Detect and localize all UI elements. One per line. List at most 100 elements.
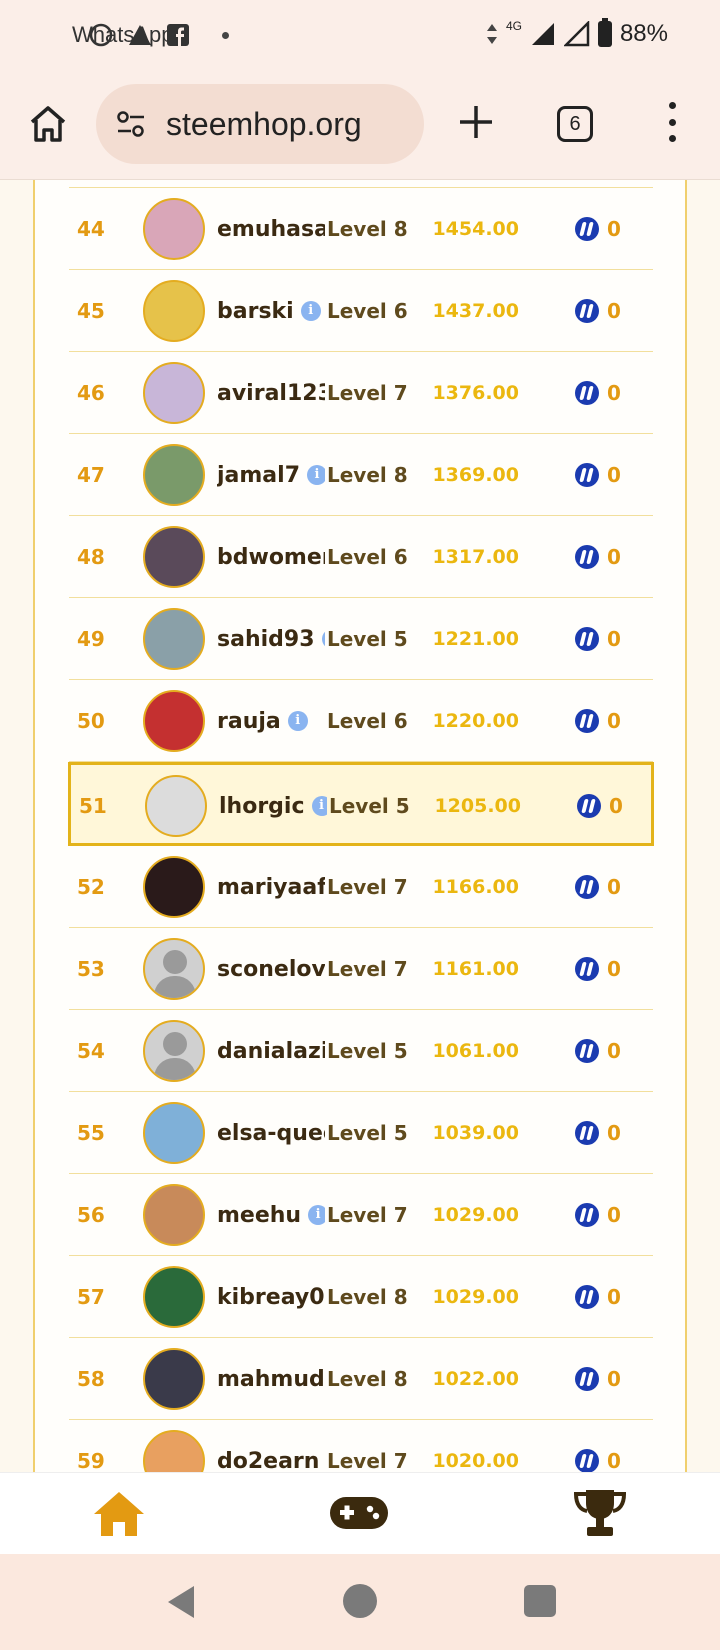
avatar[interactable]: [143, 280, 205, 342]
username-cell[interactable]: aviral123: [217, 352, 325, 434]
leaderboard-row[interactable]: 48 bdwomenLevel 6 1317.00 0: [69, 516, 653, 598]
username-cell[interactable]: meehu i: [217, 1174, 325, 1256]
home-icon[interactable]: [92, 1489, 146, 1539]
username-cell[interactable]: sahid93 i: [217, 598, 325, 680]
avatar[interactable]: [143, 1266, 205, 1328]
username-cell[interactable]: mahmudr: [217, 1338, 325, 1420]
info-icon[interactable]: i: [321, 629, 325, 649]
avatar[interactable]: [143, 1348, 205, 1410]
avatar[interactable]: [143, 856, 205, 918]
leaderboard-row[interactable]: 47 jamal7 i Level 8 1369.00 0: [69, 434, 653, 516]
rank-number: 44: [77, 217, 105, 241]
username[interactable]: barski: [217, 299, 294, 324]
avatar[interactable]: [143, 1430, 205, 1472]
leaderboard-row[interactable]: 56 meehu i Level 7 1029.00 0: [69, 1174, 653, 1256]
username-cell[interactable]: rauja i: [217, 680, 325, 762]
username[interactable]: lhorgic: [219, 794, 305, 819]
username[interactable]: do2earn: [217, 1449, 319, 1473]
score-value: 1437.00: [432, 300, 519, 322]
avatar[interactable]: [145, 775, 207, 837]
leaderboard-row[interactable]: 49 sahid93 iLevel 5 1221.00 0: [69, 598, 653, 680]
username-cell[interactable]: mariyaaf: [217, 846, 325, 928]
steem-coin-icon: [575, 1285, 599, 1309]
info-icon[interactable]: i: [307, 465, 325, 485]
username[interactable]: rauja: [217, 709, 281, 734]
site-settings-icon[interactable]: [114, 107, 148, 141]
avatar[interactable]: [143, 444, 205, 506]
tab-switcher-button[interactable]: 6: [557, 106, 593, 142]
leaderboard-row[interactable]: 50 rauja i Level 6 1220.00 0: [69, 680, 653, 762]
trophy-icon[interactable]: [572, 1487, 628, 1539]
gamepad-icon[interactable]: [328, 1493, 390, 1533]
leaderboard-row[interactable]: 59 do2earniLevel 7 1020.00 0: [69, 1420, 653, 1472]
divider: [69, 180, 653, 188]
info-icon[interactable]: i: [287, 711, 308, 731]
score-value: 1454.00: [432, 218, 519, 240]
info-icon[interactable]: i: [311, 796, 327, 816]
username[interactable]: mahmudr: [217, 1367, 325, 1392]
username[interactable]: meehu: [217, 1203, 301, 1228]
avatar[interactable]: [143, 690, 205, 752]
app-bottom-nav: [0, 1472, 720, 1554]
username[interactable]: sahid93: [217, 627, 315, 652]
leaderboard-row[interactable]: 52 mariyaaf Level 7 1166.00 0: [69, 846, 653, 928]
leaderboard-row[interactable]: 44 emuhasanLevel 8 1454.00 0: [69, 188, 653, 270]
coin-count: 0: [607, 463, 621, 487]
avatar[interactable]: [143, 1184, 205, 1246]
leaderboard-row[interactable]: 46 aviral123 Level 7 1376.00 0: [69, 352, 653, 434]
username-cell[interactable]: emuhasan: [217, 188, 325, 270]
username-cell[interactable]: barski i: [217, 270, 325, 352]
steem-coin-icon: [575, 1449, 599, 1472]
leaderboard-row[interactable]: 45 barski i Level 6 1437.00 0: [69, 270, 653, 352]
score-value: 1166.00: [432, 876, 519, 898]
username[interactable]: aviral123: [217, 381, 325, 406]
leaderboard-row[interactable]: 57 kibreay001Level 8 1029.00 0: [69, 1256, 653, 1338]
new-tab-icon[interactable]: [456, 102, 496, 142]
avatar[interactable]: [143, 362, 205, 424]
leaderboard-row[interactable]: 55 elsa-queenLevel 5 1039.00 0: [69, 1092, 653, 1174]
leaderboard-row[interactable]: 54 danialazi Level 5 1061.00 0: [69, 1010, 653, 1092]
system-home-icon[interactable]: [343, 1584, 377, 1618]
leaderboard-row-current-user[interactable]: 51 lhorgic i Level 5 1205.00 0: [68, 762, 654, 846]
username-cell[interactable]: bdwomen: [217, 516, 325, 598]
username-cell[interactable]: kibreay001: [217, 1256, 325, 1338]
username[interactable]: mariyaaf: [217, 875, 325, 900]
info-icon[interactable]: i: [308, 1205, 325, 1225]
username[interactable]: elsa-queen: [217, 1121, 325, 1146]
username[interactable]: sconelove: [217, 957, 325, 982]
username-cell[interactable]: danialazi: [217, 1010, 325, 1092]
username-cell[interactable]: jamal7 i: [217, 434, 325, 516]
rank-number: 54: [77, 1039, 105, 1063]
username-cell[interactable]: do2earni: [217, 1420, 325, 1473]
avatar[interactable]: [143, 1102, 205, 1164]
info-icon[interactable]: i: [300, 301, 321, 321]
avatar[interactable]: [143, 608, 205, 670]
username[interactable]: emuhasan: [217, 217, 325, 242]
coin-count: 0: [607, 627, 621, 651]
recent-apps-icon[interactable]: [524, 1585, 556, 1617]
steem-coin-icon: [575, 299, 599, 323]
avatar[interactable]: [143, 1020, 205, 1082]
browser-home-icon[interactable]: [28, 104, 68, 144]
address-bar[interactable]: steemhop.org: [96, 84, 424, 164]
username[interactable]: jamal7: [217, 463, 300, 488]
username-cell[interactable]: elsa-queen: [217, 1092, 325, 1174]
avatar[interactable]: [143, 938, 205, 1000]
back-icon[interactable]: [164, 1584, 198, 1620]
username-cell[interactable]: sconelove: [217, 928, 325, 1010]
coin-count: 0: [607, 1285, 621, 1309]
username[interactable]: bdwomen: [217, 545, 325, 570]
avatar[interactable]: [143, 198, 205, 260]
level-label: Level 5: [327, 627, 408, 651]
browser-menu-icon[interactable]: [660, 102, 684, 142]
username[interactable]: kibreay001: [217, 1285, 325, 1310]
url-text[interactable]: steemhop.org: [166, 106, 362, 143]
level-label: Level 5: [329, 794, 410, 818]
leaderboard-row[interactable]: 53 sconeloveLevel 7 1161.00 0: [69, 928, 653, 1010]
leaderboard-row[interactable]: 58 mahmudr Level 8 1022.00 0: [69, 1338, 653, 1420]
score-value: 1161.00: [432, 958, 519, 980]
username-cell[interactable]: lhorgic i: [219, 765, 327, 847]
username[interactable]: danialazi: [217, 1039, 325, 1064]
steem-coin-icon: [575, 957, 599, 981]
avatar[interactable]: [143, 526, 205, 588]
